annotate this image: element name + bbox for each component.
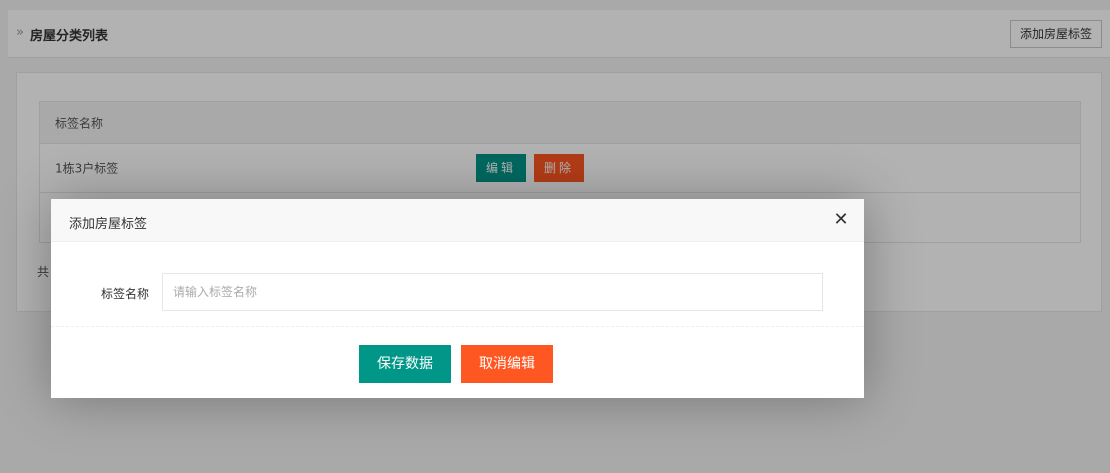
dialog-title: 添加房屋标签 bbox=[69, 217, 148, 232]
save-button[interactable]: 保存数据 bbox=[359, 345, 451, 383]
dialog-header: 添加房屋标签 ✕ bbox=[51, 199, 864, 242]
add-tag-dialog: 添加房屋标签 ✕ 标签名称 保存数据 取消编辑 bbox=[51, 199, 864, 398]
close-icon[interactable]: ✕ bbox=[832, 211, 850, 229]
tag-name-input[interactable] bbox=[162, 273, 823, 311]
form-row-tag-name: 标签名称 bbox=[51, 273, 864, 313]
field-label: 标签名称 bbox=[100, 287, 149, 301]
dialog-actions: 保存数据 取消编辑 bbox=[359, 345, 553, 383]
form-divider bbox=[51, 326, 864, 327]
cancel-button[interactable]: 取消编辑 bbox=[461, 345, 553, 383]
